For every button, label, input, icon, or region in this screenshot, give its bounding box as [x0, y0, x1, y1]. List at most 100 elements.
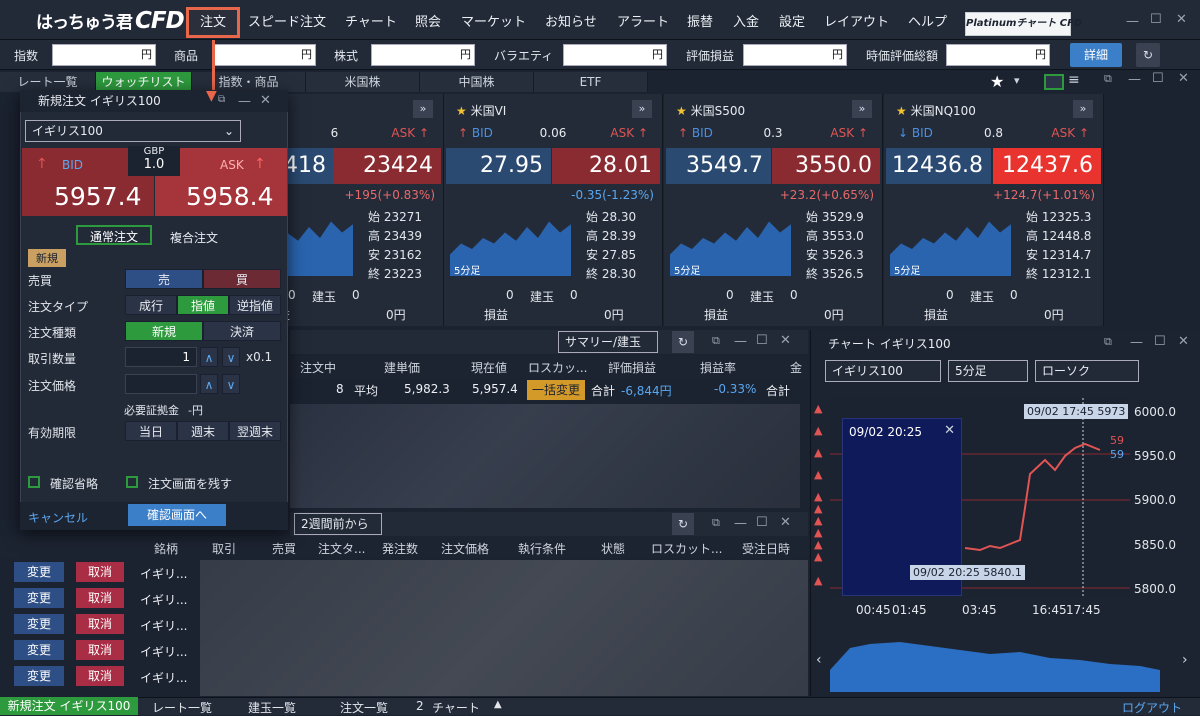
order-cancel-button[interactable]: 取消 [76, 562, 124, 582]
minimize-icon[interactable]: — [1126, 14, 1139, 29]
orders-close-icon[interactable]: ✕ [780, 515, 791, 530]
panel-maximize-icon[interactable]: ☐ [1152, 71, 1164, 86]
panel-ask-price[interactable]: 3550.0 [772, 148, 880, 184]
confirm-button[interactable]: 確認画面へ [128, 504, 226, 526]
expiry-today[interactable]: 当日 [125, 421, 177, 441]
nav-speed-order[interactable]: スピード注文 [248, 11, 326, 30]
order-cancel-button[interactable]: 取消 [76, 588, 124, 608]
dialog-popout-icon[interactable]: ⧉ [218, 94, 225, 105]
tile-view-icon[interactable] [1044, 74, 1064, 90]
panel-bid-price[interactable]: 3549.7 [666, 148, 771, 184]
dialog-symbol-select[interactable]: イギリス100 ⌄ [25, 120, 241, 142]
tab-us-stocks[interactable]: 米国株 [306, 72, 420, 92]
panel-bid-price[interactable]: 12436.8 [886, 148, 991, 184]
double-chevron-icon[interactable]: » [632, 100, 652, 118]
star-icon[interactable]: ★ [990, 72, 1004, 91]
taskbar-expand-icon[interactable]: ▲ [494, 699, 502, 710]
panel-bid-price[interactable]: 27.95 [446, 148, 551, 184]
order-cancel-button[interactable]: 取消 [76, 666, 124, 686]
taskbar-orders[interactable]: 注文一覧 [340, 699, 388, 716]
nav-transfer[interactable]: 振替 [687, 11, 713, 30]
navigator-chart[interactable] [830, 630, 1170, 692]
positions-refresh-icon[interactable]: ↻ [672, 331, 694, 353]
popout-icon[interactable]: ⧉ [1104, 72, 1112, 86]
chart-type-select[interactable]: ローソク [1035, 360, 1139, 382]
skip-confirm-checkbox[interactable] [28, 476, 40, 488]
platinum-chart-button[interactable]: Platinumチャート CFD [965, 12, 1082, 36]
double-chevron-icon[interactable]: » [1073, 100, 1093, 118]
positions-maximize-icon[interactable]: ☐ [756, 333, 768, 348]
nav-help[interactable]: ヘルプ [908, 11, 947, 30]
quantity-input[interactable]: 1 [125, 347, 197, 367]
type-stop[interactable]: 逆指値 [229, 295, 281, 315]
keep-window-checkbox[interactable] [126, 476, 138, 488]
type-limit[interactable]: 指値 [177, 295, 229, 315]
rate-panel[interactable]: ★ 米国VI» ↑ BID 0.06 ASK ↑ 27.95 28.01 -0.35(-1.… [444, 94, 663, 326]
rate-panel[interactable]: ★ 米国NQ100» ↓ BID 0.8 ASK ↑ 12436.8 12437.6 +12… [884, 94, 1104, 326]
refresh-icon[interactable]: ↻ [1136, 43, 1160, 67]
price-up-icon[interactable]: ∧ [200, 374, 218, 394]
positions-close-icon[interactable]: ✕ [780, 333, 791, 348]
logout-link[interactable]: ログアウト [1122, 699, 1182, 716]
panel-ask-price[interactable]: 28.01 [552, 148, 660, 184]
qty-down-icon[interactable]: ∨ [222, 347, 240, 367]
taskbar-positions[interactable]: 建玉一覧 [248, 699, 296, 716]
qty-up-icon[interactable]: ∧ [200, 347, 218, 367]
positions-minimize-icon[interactable]: — [734, 334, 747, 349]
orders-minimize-icon[interactable]: — [734, 516, 747, 531]
order-change-button[interactable]: 変更 [14, 614, 64, 634]
nav-layout[interactable]: レイアウト [824, 11, 889, 30]
bulk-change-button[interactable]: 一括変更 [527, 380, 585, 400]
nav-chart[interactable]: チャート [345, 11, 397, 30]
dialog-minimize-icon[interactable]: — [238, 94, 251, 109]
chart-popout-icon[interactable]: ⧉ [1104, 335, 1112, 349]
chart-period-select[interactable]: 5分足 [948, 360, 1028, 382]
panel-minimize-icon[interactable]: — [1128, 72, 1141, 87]
tab-rate-list[interactable]: レート一覧 [0, 72, 96, 92]
double-chevron-icon[interactable]: » [852, 100, 872, 118]
summary-select[interactable]: サマリー/建玉 [558, 331, 658, 353]
dialog-close-icon[interactable]: ✕ [260, 93, 271, 108]
order-change-button[interactable]: 変更 [14, 562, 64, 582]
type-market[interactable]: 成行 [125, 295, 177, 315]
taskbar-new-order[interactable]: 新規注文 イギリス100 [0, 697, 138, 715]
nav-news[interactable]: お知らせ [545, 11, 597, 30]
close-icon[interactable]: ✕ [1176, 12, 1187, 27]
tab-complex-order[interactable]: 複合注文 [170, 229, 218, 246]
chart-symbol-select[interactable]: イギリス100 [825, 360, 941, 382]
buy-button[interactable]: 買 [203, 269, 281, 289]
detail-button[interactable]: 詳細 [1070, 43, 1122, 67]
rate-panel[interactable]: ★ 米国S500» ↑ BID 0.3 ASK ↑ 3549.7 3550.0 +23.2(… [664, 94, 883, 326]
order-cancel-button[interactable]: 取消 [76, 614, 124, 634]
nav-inquiry[interactable]: 照会 [415, 11, 441, 30]
list-view-icon[interactable]: ≡ [1068, 72, 1080, 88]
double-chevron-icon[interactable]: » [413, 100, 433, 118]
range-select[interactable]: 2週間前から [294, 513, 382, 535]
nav-market[interactable]: マーケット [461, 11, 526, 30]
nav-order[interactable]: 注文 [200, 11, 226, 30]
orders-maximize-icon[interactable]: ☐ [756, 515, 768, 530]
nav-left-icon[interactable]: ‹ [816, 652, 822, 668]
tab-china-stocks[interactable]: 中国株 [420, 72, 534, 92]
nav-right-icon[interactable]: › [1182, 652, 1188, 668]
kind-new[interactable]: 新規 [125, 321, 203, 341]
chevron-down-icon[interactable]: ▾ [1014, 74, 1020, 87]
price-down-icon[interactable]: ∨ [222, 374, 240, 394]
panel-ask-price[interactable]: 12437.6 [993, 148, 1101, 184]
maximize-icon[interactable]: ☐ [1150, 12, 1162, 27]
order-cancel-button[interactable]: 取消 [76, 640, 124, 660]
order-price-input[interactable] [125, 374, 197, 394]
sell-button[interactable]: 売 [125, 269, 203, 289]
chart-close-icon[interactable]: ✕ [1178, 334, 1189, 349]
tab-watchlist[interactable]: ウォッチリスト [96, 72, 192, 92]
positions-popout-icon[interactable]: ⧉ [712, 334, 720, 348]
tab-normal-order[interactable]: 通常注文 [76, 225, 152, 245]
expiry-next-weekend[interactable]: 翌週末 [229, 421, 281, 441]
nav-alert[interactable]: アラート [617, 11, 669, 30]
tooltip-close-icon[interactable]: ✕ [944, 423, 955, 438]
nav-settings[interactable]: 設定 [779, 11, 805, 30]
orders-popout-icon[interactable]: ⧉ [712, 516, 720, 530]
order-change-button[interactable]: 変更 [14, 640, 64, 660]
kind-close[interactable]: 決済 [203, 321, 281, 341]
chart-minimize-icon[interactable]: — [1130, 335, 1143, 350]
